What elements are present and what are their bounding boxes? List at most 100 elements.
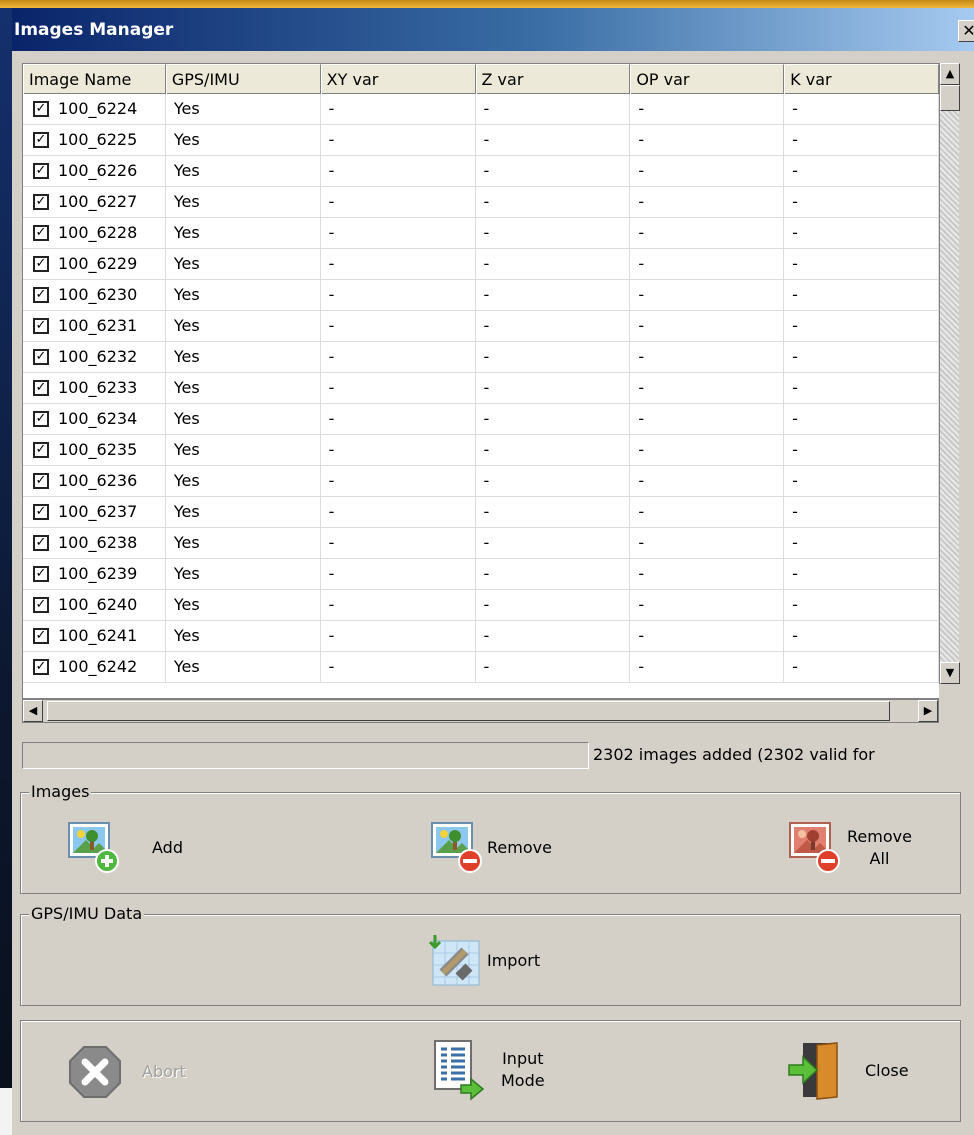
table-cell: - — [321, 280, 476, 310]
table-row[interactable]: ✓ 100_6232 Yes - - - - — [23, 342, 939, 373]
window-title: Images Manager — [14, 20, 174, 40]
table-cell: - — [321, 497, 476, 527]
image-checkbox[interactable]: ✓ — [33, 566, 49, 582]
table-cell: - — [476, 404, 631, 434]
image-checkbox[interactable]: ✓ — [33, 597, 49, 613]
table-row[interactable]: ✓ 100_6231 Yes - - - - — [23, 311, 939, 342]
horizontal-scrollbar[interactable]: ◀ ▶ — [22, 699, 939, 723]
table-cell: Yes — [166, 404, 321, 434]
table-row[interactable]: ✓ 100_6229 Yes - - - - — [23, 249, 939, 280]
table-row[interactable]: ✓ 100_6227 Yes - - - - — [23, 187, 939, 218]
table-cell: - — [476, 249, 631, 279]
scroll-up-button[interactable]: ▲ — [940, 63, 960, 85]
table-cell: - — [784, 94, 939, 124]
image-name-text: 100_6233 — [58, 378, 138, 397]
image-checkbox[interactable]: ✓ — [33, 256, 49, 272]
table-cell: Yes — [166, 280, 321, 310]
input-mode-label-line-1: Input — [502, 1049, 544, 1068]
image-name-text: 100_6241 — [58, 626, 138, 645]
table-cell: - — [630, 342, 785, 372]
table-cell: - — [630, 249, 785, 279]
images-grid[interactable]: Image Name GPS/IMU XY var Z var OP var K… — [22, 63, 939, 699]
table-row[interactable]: ✓ 100_6225 Yes - - - - — [23, 125, 939, 156]
image-checkbox[interactable]: ✓ — [33, 411, 49, 427]
image-name-cell: ✓ 100_6239 — [23, 559, 166, 589]
image-checkbox[interactable]: ✓ — [33, 473, 49, 489]
table-cell: Yes — [166, 652, 321, 682]
image-name-cell: ✓ 100_6229 — [23, 249, 166, 279]
vertical-scrollbar[interactable]: ▲ ▼ — [939, 63, 960, 684]
column-header-op-var[interactable]: OP var — [630, 64, 785, 94]
table-row[interactable]: ✓ 100_6236 Yes - - - - — [23, 466, 939, 497]
table-cell: - — [784, 559, 939, 589]
image-checkbox[interactable]: ✓ — [33, 163, 49, 179]
image-checkbox[interactable]: ✓ — [33, 225, 49, 241]
table-cell: - — [630, 187, 785, 217]
scroll-down-button[interactable]: ▼ — [940, 662, 960, 684]
table-row[interactable]: ✓ 100_6242 Yes - - - - — [23, 652, 939, 683]
image-checkbox[interactable]: ✓ — [33, 101, 49, 117]
table-row[interactable]: ✓ 100_6228 Yes - - - - — [23, 218, 939, 249]
scroll-left-button[interactable]: ◀ — [23, 700, 43, 722]
import-gps-imu-button[interactable]: Import — [429, 933, 540, 989]
scroll-right-button[interactable]: ▶ — [918, 700, 938, 722]
image-checkbox[interactable]: ✓ — [33, 380, 49, 396]
table-cell: - — [784, 497, 939, 527]
image-checkbox[interactable]: ✓ — [33, 628, 49, 644]
table-cell: Yes — [166, 621, 321, 651]
image-checkbox[interactable]: ✓ — [33, 349, 49, 365]
table-cell: - — [476, 187, 631, 217]
image-name-text: 100_6230 — [58, 285, 138, 304]
remove-images-button[interactable]: Remove — [429, 820, 552, 876]
abort-button: Abort — [66, 1043, 186, 1101]
image-name-cell: ✓ 100_6227 — [23, 187, 166, 217]
image-checkbox[interactable]: ✓ — [33, 659, 49, 675]
table-row[interactable]: ✓ 100_6238 Yes - - - - — [23, 528, 939, 559]
column-header-image-name[interactable]: Image Name — [23, 64, 166, 94]
image-checkbox[interactable]: ✓ — [33, 132, 49, 148]
table-cell: Yes — [166, 187, 321, 217]
table-row[interactable]: ✓ 100_6230 Yes - - - - — [23, 280, 939, 311]
image-checkbox[interactable]: ✓ — [33, 535, 49, 551]
table-row[interactable]: ✓ 100_6235 Yes - - - - — [23, 435, 939, 466]
close-button[interactable]: Close — [787, 1041, 909, 1101]
image-checkbox[interactable]: ✓ — [33, 287, 49, 303]
image-checkbox[interactable]: ✓ — [33, 318, 49, 334]
table-row[interactable]: ✓ 100_6237 Yes - - - - — [23, 497, 939, 528]
input-mode-button[interactable]: Input Mode — [431, 1039, 545, 1101]
table-row[interactable]: ✓ 100_6240 Yes - - - - — [23, 590, 939, 621]
table-cell: - — [630, 466, 785, 496]
image-checkbox[interactable]: ✓ — [33, 194, 49, 210]
image-checkbox[interactable]: ✓ — [33, 504, 49, 520]
close-button-label: Close — [865, 1061, 909, 1080]
table-cell: - — [630, 373, 785, 403]
table-row[interactable]: ✓ 100_6234 Yes - - - - — [23, 404, 939, 435]
table-cell: - — [784, 280, 939, 310]
close-window-button[interactable]: ✕ — [958, 20, 974, 42]
column-header-gps-imu[interactable]: GPS/IMU — [165, 64, 321, 94]
table-cell: - — [321, 342, 476, 372]
table-cell: - — [630, 497, 785, 527]
horizontal-scroll-thumb[interactable] — [47, 701, 890, 721]
table-cell: - — [784, 528, 939, 558]
table-row[interactable]: ✓ 100_6224 Yes - - - - — [23, 94, 939, 125]
image-checkbox[interactable]: ✓ — [33, 442, 49, 458]
table-cell: - — [321, 94, 476, 124]
column-header-k-var[interactable]: K var — [784, 64, 939, 94]
table-cell: - — [630, 404, 785, 434]
table-row[interactable]: ✓ 100_6226 Yes - - - - — [23, 156, 939, 187]
table-row[interactable]: ✓ 100_6239 Yes - - - - — [23, 559, 939, 590]
table-row[interactable]: ✓ 100_6241 Yes - - - - — [23, 621, 939, 652]
table-cell: - — [784, 435, 939, 465]
table-cell: - — [630, 280, 785, 310]
remove-all-images-button[interactable]: Remove All — [787, 820, 912, 876]
table-cell: - — [476, 435, 631, 465]
add-images-button[interactable]: Add — [66, 820, 183, 876]
column-header-z-var[interactable]: Z var — [475, 64, 631, 94]
remove-button-label: Remove — [487, 838, 552, 857]
table-row[interactable]: ✓ 100_6233 Yes - - - - — [23, 373, 939, 404]
vertical-scroll-thumb[interactable] — [940, 85, 960, 111]
table-cell: - — [321, 311, 476, 341]
images-group: Images Add Remove Remove All — [20, 782, 961, 894]
column-header-xy-var[interactable]: XY var — [320, 64, 476, 94]
